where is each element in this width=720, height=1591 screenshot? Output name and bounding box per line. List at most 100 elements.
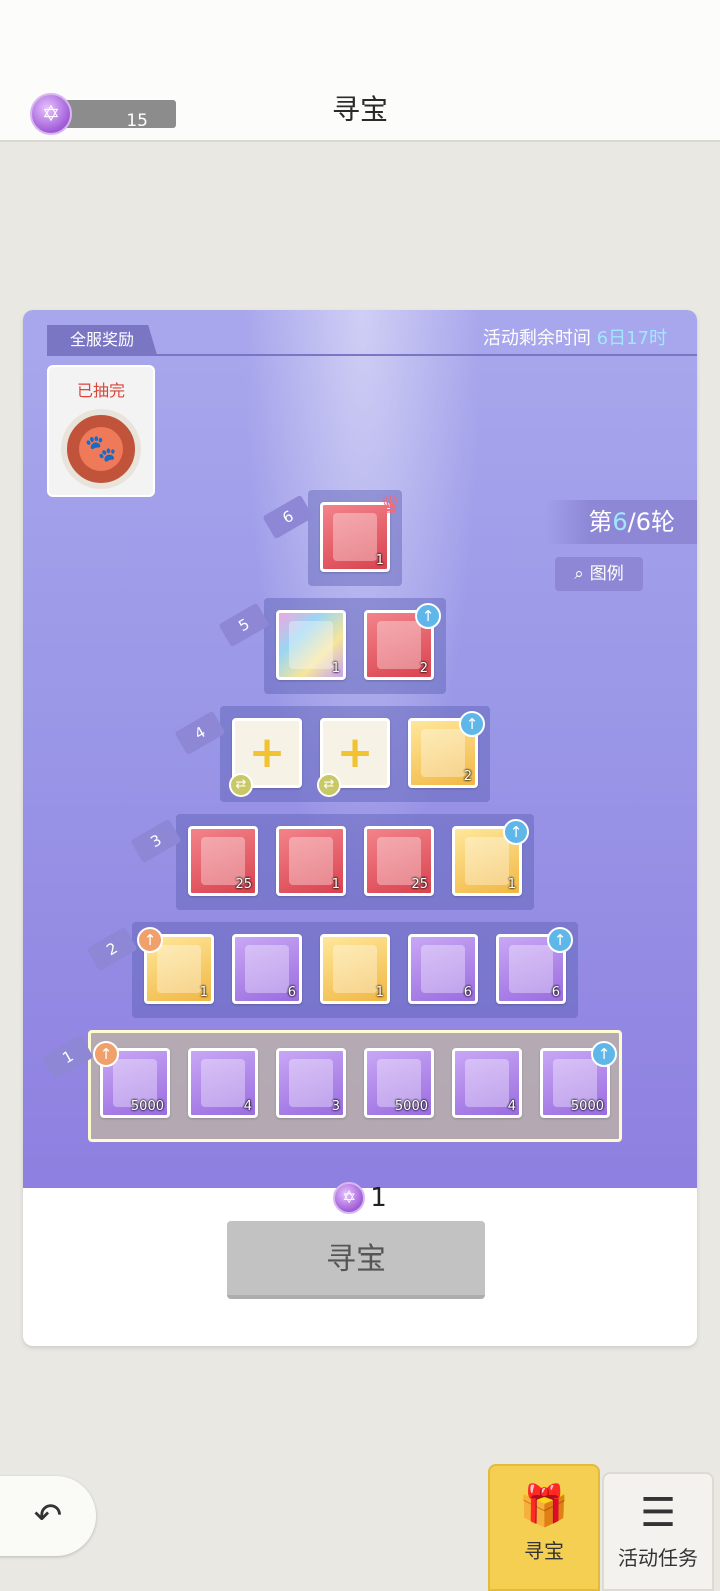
reward-item[interactable]: 3 xyxy=(276,1048,346,1118)
item-count: 1 xyxy=(375,553,384,568)
row-number-label: 3 xyxy=(130,818,182,864)
item-art xyxy=(377,621,421,669)
item-count: 6 xyxy=(551,985,560,1000)
reward-item[interactable]: 1 xyxy=(276,610,346,680)
item-count: 2 xyxy=(463,769,472,784)
item-count: 1 xyxy=(375,985,384,1000)
server-reward-tag: 全服奖励 xyxy=(47,325,157,355)
reward-item[interactable]: 6 xyxy=(408,934,478,1004)
row-number-label: 1 xyxy=(42,1034,94,1080)
legend-button[interactable]: ⌕ 图例 xyxy=(555,557,643,591)
item-art xyxy=(465,1059,509,1107)
item-art xyxy=(157,945,201,993)
timer-value: 6日17时 xyxy=(596,328,667,349)
row-number-label: 2 xyxy=(86,926,138,972)
treasure-hunt-button[interactable]: 寻宝 xyxy=(227,1221,485,1299)
item-art xyxy=(509,945,553,993)
item-count: 5000 xyxy=(570,1099,604,1114)
cost-display: ✡ 1 xyxy=(23,1182,697,1214)
reward-item[interactable]: 4 xyxy=(188,1048,258,1118)
item-count: 5000 xyxy=(394,1099,428,1114)
reward-item[interactable]: 5000 ↑ xyxy=(540,1041,617,1118)
item-count: 1 xyxy=(507,877,516,892)
star-coin-icon: ✡ xyxy=(333,1182,366,1214)
item-count: 3 xyxy=(331,1099,340,1114)
round-prefix: 第 xyxy=(588,508,613,536)
upgrade-icon: ↑ xyxy=(93,1041,119,1067)
item-art xyxy=(289,1059,333,1107)
search-icon: ⌕ xyxy=(574,564,584,584)
reward-item[interactable]: 5000 xyxy=(364,1048,434,1118)
upgrade-icon: ↑ xyxy=(415,603,441,629)
top-bar: 15 ✡ 寻宝 xyxy=(0,0,720,142)
upgrade-icon: ↑ xyxy=(503,819,529,845)
back-button[interactable]: ↶ xyxy=(0,1476,96,1556)
tab-treasure[interactable]: 🎁 寻宝 xyxy=(488,1464,600,1591)
event-timer: 活动剩余时间 6日17时 xyxy=(483,324,667,350)
page-title: 寻宝 xyxy=(331,93,388,126)
reward-item[interactable]: 5000 ↑ xyxy=(93,1041,170,1118)
reward-item[interactable]: 25 xyxy=(188,826,258,896)
item-art xyxy=(289,837,333,885)
paw-badge-icon: 🐾 xyxy=(61,409,141,489)
item-art xyxy=(421,729,465,777)
tab-event-tasks[interactable]: ☰ 活动任务 xyxy=(602,1472,714,1591)
reward-item[interactable]: 1 xyxy=(276,826,346,896)
paw-icon: 🐾 xyxy=(79,427,123,471)
reward-item[interactable]: + ⇄ xyxy=(229,718,302,797)
item-count: 2 xyxy=(419,661,428,676)
item-count: 5000 xyxy=(130,1099,164,1114)
reward-item[interactable]: 1 ↑ xyxy=(452,819,529,896)
item-art xyxy=(201,1059,245,1107)
reward-item[interactable]: 6 xyxy=(232,934,302,1004)
item-count: 4 xyxy=(507,1099,516,1114)
swap-icon: ⇄ xyxy=(317,773,341,797)
reward-item[interactable]: 25 xyxy=(364,826,434,896)
reward-item[interactable]: 6 ↑ xyxy=(496,927,573,1004)
item-art xyxy=(245,945,289,993)
item-count: 1 xyxy=(331,661,340,676)
item-art xyxy=(289,621,333,669)
treasure-board: 全服奖励 活动剩余时间 6日17时 已抽完 🐾 第6/6轮 ⌕ 图例 6 1 ♛ 5 1 2… xyxy=(23,310,697,1188)
reward-item[interactable]: 1 xyxy=(320,934,390,1004)
upgrade-icon: ↑ xyxy=(137,927,163,953)
item-art xyxy=(421,945,465,993)
reward-item[interactable]: 2 ↑ xyxy=(408,711,485,788)
claimed-label: 已抽完 xyxy=(76,381,125,400)
item-count: 25 xyxy=(235,877,252,892)
item-count: 4 xyxy=(243,1099,252,1114)
tab-label: 活动任务 xyxy=(618,1546,698,1570)
timer-label: 活动剩余时间 xyxy=(482,328,597,349)
crown-icon: ♛ xyxy=(379,491,401,519)
divider xyxy=(47,354,697,356)
back-arrow-icon: ↶ xyxy=(33,1496,63,1536)
reward-item[interactable]: 1 ♛ xyxy=(320,491,401,572)
task-icon: ☰ xyxy=(640,1490,676,1536)
gift-icon: 🎁 xyxy=(519,1483,569,1529)
upgrade-icon: ↑ xyxy=(591,1041,617,1067)
round-current: 6 xyxy=(612,508,628,536)
cost-amount: 1 xyxy=(370,1183,387,1213)
bottom-tabs: 🎁 寻宝 ☰ 活动任务 xyxy=(488,1464,720,1591)
reward-item[interactable]: + ⇄ xyxy=(317,718,390,797)
round-suffix: /6轮 xyxy=(627,508,675,536)
treasure-panel: 全服奖励 活动剩余时间 6日17时 已抽完 🐾 第6/6轮 ⌕ 图例 6 1 ♛ 5 1 2… xyxy=(23,310,697,1346)
upgrade-icon: ↑ xyxy=(459,711,485,737)
item-count: 1 xyxy=(199,985,208,1000)
item-count: 1 xyxy=(331,877,340,892)
item-count: 6 xyxy=(463,985,472,1000)
round-indicator: 第6/6轮 xyxy=(545,500,697,544)
row-number-label: 4 xyxy=(174,710,226,756)
server-reward-card[interactable]: 已抽完 🐾 xyxy=(47,365,155,497)
item-count: 25 xyxy=(411,877,428,892)
reward-item[interactable]: 2 ↑ xyxy=(364,603,441,680)
item-art xyxy=(465,837,509,885)
reward-item[interactable]: 1 ↑ xyxy=(137,927,214,1004)
reward-item[interactable]: 4 xyxy=(452,1048,522,1118)
legend-label: 图例 xyxy=(589,564,624,584)
item-art xyxy=(333,945,377,993)
tab-label: 寻宝 xyxy=(524,1539,564,1563)
item-art xyxy=(333,513,377,561)
swap-icon: ⇄ xyxy=(229,773,253,797)
item-count: 6 xyxy=(287,985,296,1000)
